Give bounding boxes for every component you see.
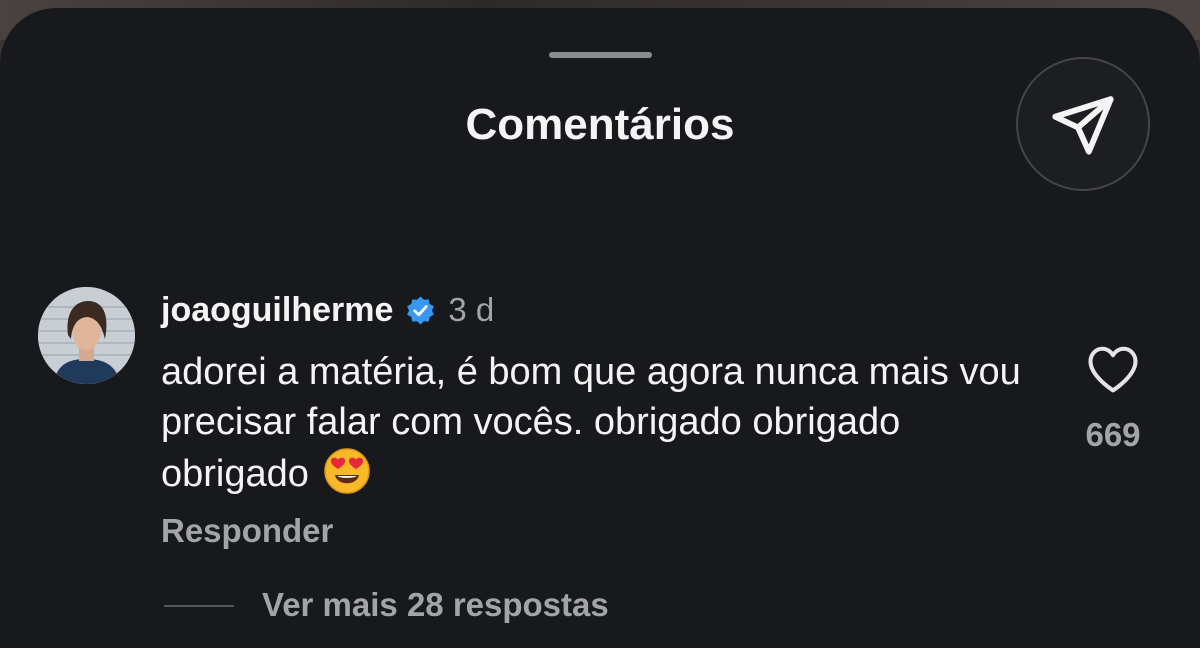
- verified-badge-icon: [407, 296, 435, 324]
- drag-handle[interactable]: [549, 52, 652, 58]
- reply-button[interactable]: Responder: [161, 512, 333, 550]
- heart-outline-icon: [1088, 346, 1138, 393]
- comment-header: joaoguilherme 3 d: [161, 288, 494, 332]
- like-button[interactable]: [1086, 344, 1140, 394]
- comment-username[interactable]: joaoguilherme: [161, 291, 393, 330]
- comment-time: 3 d: [448, 291, 495, 328]
- view-more-replies-button[interactable]: Ver mais 28 respostas: [262, 586, 609, 624]
- comment-body: adorei a matéria, é bom que agora nunca …: [161, 347, 1041, 499]
- like-count: 669: [1085, 416, 1141, 453]
- comment-text: adorei a matéria, é bom que agora nunca …: [161, 351, 1021, 495]
- avatar[interactable]: [38, 287, 135, 384]
- paper-plane-icon: [1052, 96, 1114, 155]
- replies-divider: [164, 605, 234, 607]
- share-button[interactable]: [1016, 57, 1150, 191]
- heart-eyes-emoji-icon: [323, 447, 371, 495]
